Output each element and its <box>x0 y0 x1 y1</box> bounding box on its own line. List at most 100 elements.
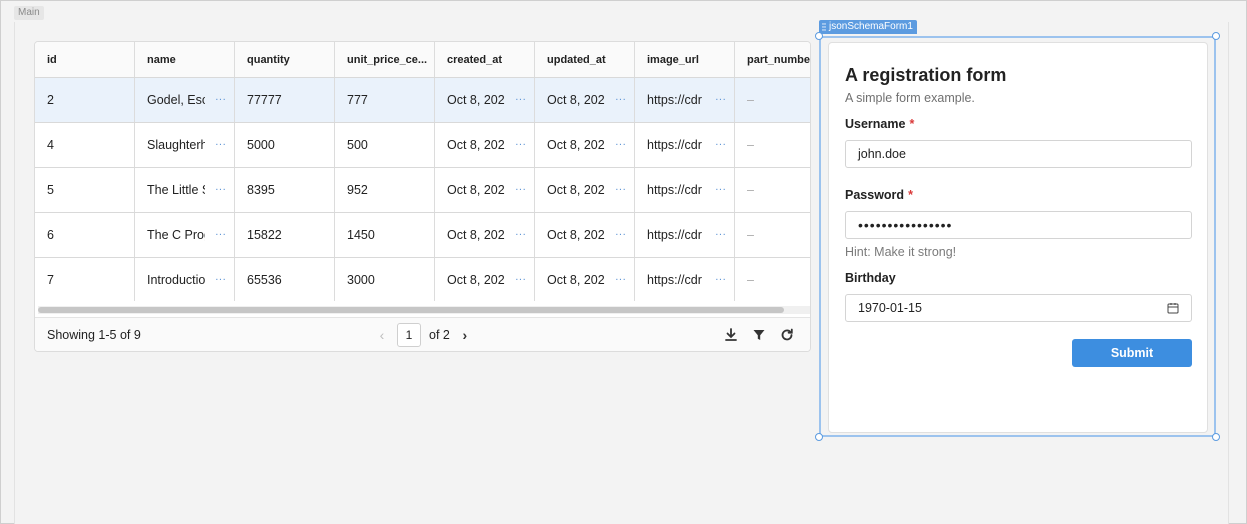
table-cell-id[interactable]: 7 <box>35 258 135 301</box>
column-header-part-number[interactable]: part_numbe <box>735 42 810 77</box>
cell-more-icon[interactable]: ··· <box>215 228 226 240</box>
table-cell-created-at[interactable]: Oct 8, 202 ··· <box>435 258 535 301</box>
table-cell-part-number[interactable]: – <box>735 258 810 301</box>
cell-more-icon[interactable]: ··· <box>615 93 626 105</box>
next-page-button[interactable]: › <box>458 327 472 343</box>
cell-more-icon[interactable]: ··· <box>215 138 226 150</box>
table-row[interactable]: 2 Godel, Esc ··· 77777 777 Oct 8, 202 ··· Oct 8… <box>35 78 810 123</box>
page-number-input[interactable]: 1 <box>397 323 421 347</box>
drag-handle-icon[interactable] <box>822 23 826 31</box>
table-cell-part-number[interactable]: – <box>735 168 810 212</box>
table-cell-created-at[interactable]: Oct 8, 202 ··· <box>435 123 535 167</box>
table-cell-id[interactable]: 5 <box>35 168 135 212</box>
table-cell-image-url[interactable]: https://cdr ··· <box>635 213 735 257</box>
table-cell-created-at[interactable]: Oct 8, 202 ··· <box>435 213 535 257</box>
birthday-date-field[interactable]: 1970-01-15 <box>845 294 1192 322</box>
cell-more-icon[interactable]: ··· <box>515 273 526 285</box>
resize-handle-bottom-right[interactable] <box>1212 433 1220 441</box>
table-grid: id name quantity unit_price_ce... create… <box>35 42 810 301</box>
column-header-updated-at[interactable]: updated_at <box>535 42 635 77</box>
table-cell-updated-at[interactable]: Oct 8, 202 ··· <box>535 168 635 212</box>
cell-more-icon[interactable]: ··· <box>615 183 626 195</box>
cell-more-icon[interactable]: ··· <box>515 183 526 195</box>
cell-more-icon[interactable]: ··· <box>215 273 226 285</box>
cell-more-icon[interactable]: ··· <box>715 183 726 195</box>
table-cell-quantity[interactable]: 77777 <box>235 78 335 122</box>
cell-more-icon[interactable]: ··· <box>715 228 726 240</box>
table-cell-image-url[interactable]: https://cdr ··· <box>635 78 735 122</box>
cell-more-icon[interactable]: ··· <box>615 273 626 285</box>
cell-more-icon[interactable]: ··· <box>615 228 626 240</box>
horizontal-scrollbar[interactable] <box>38 306 810 314</box>
table-cell-unit-price[interactable]: 3000 <box>335 258 435 301</box>
calendar-icon[interactable] <box>1167 302 1179 314</box>
table-cell-name[interactable]: Slaughterh ··· <box>135 123 235 167</box>
table-cell-updated-at[interactable]: Oct 8, 202 ··· <box>535 123 635 167</box>
cell-more-icon[interactable]: ··· <box>215 183 226 195</box>
table-cell-unit-price[interactable]: 1450 <box>335 213 435 257</box>
table-cell-unit-price[interactable]: 952 <box>335 168 435 212</box>
cell-value: Oct 8, 202 <box>447 93 505 107</box>
username-field[interactable]: john.doe <box>845 140 1192 168</box>
table-row[interactable]: 5 The Little S ··· 8395 952 Oct 8, 202 ··· Oct … <box>35 168 810 213</box>
resize-handle-bottom-left[interactable] <box>815 433 823 441</box>
column-header-unit-price[interactable]: unit_price_ce... <box>335 42 435 77</box>
table-cell-name[interactable]: Godel, Esc ··· <box>135 78 235 122</box>
table-cell-name[interactable]: The C Prog ··· <box>135 213 235 257</box>
cell-value: Oct 8, 202 <box>547 138 605 152</box>
table-cell-unit-price[interactable]: 500 <box>335 123 435 167</box>
column-header-image-url[interactable]: image_url <box>635 42 735 77</box>
column-header-name[interactable]: name <box>135 42 235 77</box>
table-row[interactable]: 7 Introductio ··· 65536 3000 Oct 8, 202 ··· Oct… <box>35 258 810 301</box>
cell-more-icon[interactable]: ··· <box>715 138 726 150</box>
cell-value: 952 <box>347 183 368 197</box>
refresh-icon[interactable] <box>780 327 794 343</box>
column-header-id[interactable]: id <box>35 42 135 77</box>
resize-handle-top-left[interactable] <box>815 32 823 40</box>
table-cell-part-number[interactable]: – <box>735 213 810 257</box>
table-cell-image-url[interactable]: https://cdr ··· <box>635 168 735 212</box>
table-cell-updated-at[interactable]: Oct 8, 202 ··· <box>535 78 635 122</box>
table-cell-image-url[interactable]: https://cdr ··· <box>635 258 735 301</box>
scrollbar-thumb[interactable] <box>38 307 784 313</box>
resize-handle-top-right[interactable] <box>1212 32 1220 40</box>
username-label: Username * <box>845 117 914 131</box>
table-cell-name[interactable]: Introductio ··· <box>135 258 235 301</box>
previous-page-button[interactable]: ‹ <box>375 327 389 343</box>
table-cell-id[interactable]: 2 <box>35 78 135 122</box>
table-cell-updated-at[interactable]: Oct 8, 202 ··· <box>535 258 635 301</box>
table-cell-quantity[interactable]: 15822 <box>235 213 335 257</box>
table-cell-image-url[interactable]: https://cdr ··· <box>635 123 735 167</box>
table-cell-part-number[interactable]: – <box>735 123 810 167</box>
table-cell-created-at[interactable]: Oct 8, 202 ··· <box>435 78 535 122</box>
column-header-quantity[interactable]: quantity <box>235 42 335 77</box>
password-field[interactable]: •••••••••••••••• <box>845 211 1192 239</box>
table-cell-id[interactable]: 6 <box>35 213 135 257</box>
required-marker: * <box>908 188 913 202</box>
column-header-created-at[interactable]: created_at <box>435 42 535 77</box>
cell-more-icon[interactable]: ··· <box>515 93 526 105</box>
cell-more-icon[interactable]: ··· <box>215 93 226 105</box>
cell-value: – <box>747 273 754 287</box>
table-cell-part-number[interactable]: – <box>735 78 810 122</box>
table-cell-id[interactable]: 4 <box>35 123 135 167</box>
download-icon[interactable] <box>724 327 738 343</box>
cell-value: – <box>747 93 754 107</box>
table-cell-unit-price[interactable]: 777 <box>335 78 435 122</box>
table-cell-updated-at[interactable]: Oct 8, 202 ··· <box>535 213 635 257</box>
cell-more-icon[interactable]: ··· <box>615 138 626 150</box>
table-cell-quantity[interactable]: 5000 <box>235 123 335 167</box>
table-cell-quantity[interactable]: 8395 <box>235 168 335 212</box>
table-cell-quantity[interactable]: 65536 <box>235 258 335 301</box>
cell-more-icon[interactable]: ··· <box>515 228 526 240</box>
submit-button[interactable]: Submit <box>1072 339 1192 367</box>
cell-more-icon[interactable]: ··· <box>715 273 726 285</box>
filter-icon[interactable] <box>752 327 766 343</box>
component-name-tag[interactable]: jsonSchemaForm1 <box>819 20 917 34</box>
table-row[interactable]: 4 Slaughterh ··· 5000 500 Oct 8, 202 ··· Oct 8,… <box>35 123 810 168</box>
table-row[interactable]: 6 The C Prog ··· 15822 1450 Oct 8, 202 ··· Oct … <box>35 213 810 258</box>
cell-more-icon[interactable]: ··· <box>715 93 726 105</box>
cell-more-icon[interactable]: ··· <box>515 138 526 150</box>
table-cell-name[interactable]: The Little S ··· <box>135 168 235 212</box>
table-cell-created-at[interactable]: Oct 8, 202 ··· <box>435 168 535 212</box>
